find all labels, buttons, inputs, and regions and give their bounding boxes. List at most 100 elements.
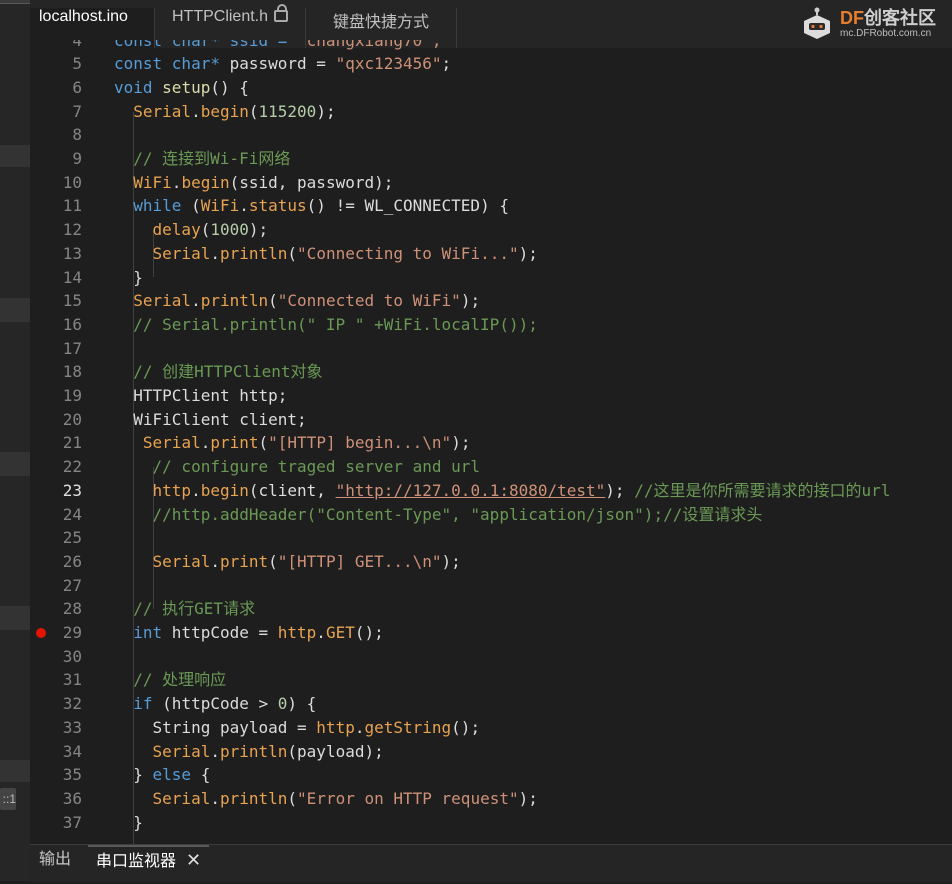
line-number: 4	[72, 40, 82, 50]
code-line[interactable]: 34 Serial.println(payload);	[30, 740, 952, 764]
tab-output[interactable]: 输出	[39, 845, 71, 882]
code-line[interactable]: 29 int httpCode = http.GET();	[30, 621, 952, 645]
robot-logo-icon	[800, 7, 834, 41]
line-number: 25	[62, 528, 82, 548]
code-line[interactable]: 12 delay(1000);	[30, 218, 952, 242]
line-number: 5	[72, 54, 82, 74]
code-line[interactable]: 25	[30, 526, 952, 550]
line-number: 6	[72, 77, 82, 97]
code-line[interactable]: 37 }	[30, 811, 952, 835]
tab-label: 串口监视器	[96, 853, 177, 870]
code-text: Serial.print("[HTTP] begin...\n");	[142, 433, 471, 453]
line-number: 36	[62, 788, 82, 808]
line-number: 35	[62, 765, 82, 785]
code-editor[interactable]: 4 const char* ssid = "changxiang70"; 5 cons…	[30, 40, 952, 844]
code-line[interactable]: 4 const char* ssid = "changxiang70";	[30, 40, 952, 52]
code-line[interactable]: 35 } else {	[30, 763, 952, 787]
line-number: 29	[62, 623, 82, 642]
code-text: const char* password = "qxc123456";	[114, 54, 452, 74]
code-line[interactable]: 13 Serial.println("Connecting to WiFi...…	[30, 242, 952, 266]
code-line[interactable]: 20 WiFiClient client;	[30, 408, 952, 432]
code-line[interactable]: 5 const char* password = "qxc123456";	[30, 52, 952, 76]
code-line[interactable]: 10 WiFi.begin(ssid, password);	[30, 171, 952, 195]
sidebar-highlight	[0, 452, 30, 476]
code-text: // configure traged server and url	[114, 457, 481, 477]
code-text: //http.addHeader("Content-Type", "applic…	[114, 504, 763, 524]
close-icon[interactable]: ✕	[186, 850, 201, 871]
code-line[interactable]: 18 // 创建HTTPClient对象	[30, 360, 952, 384]
sidebar-highlight	[0, 298, 30, 322]
line-number: 19	[62, 386, 82, 405]
code-text: Serial.println("Connecting to WiFi...");	[152, 243, 538, 263]
code-line[interactable]: 6 void setup() {	[30, 76, 952, 100]
code-text: WiFi.begin(ssid, password);	[133, 172, 394, 192]
code-line[interactable]: 7 Serial.begin(115200);	[30, 100, 952, 124]
code-line[interactable]: 22 // configure traged server and url	[30, 455, 952, 479]
code-text: }	[114, 812, 143, 832]
sidebar-highlight	[0, 760, 30, 782]
line-number: 12	[62, 220, 82, 240]
line-number: 13	[62, 243, 82, 263]
code-line[interactable]: 31 // 处理响应	[30, 668, 952, 692]
code-text: Serial.begin(115200);	[133, 101, 336, 121]
tab-label: HTTPClient.h	[171, 8, 269, 25]
code-text: Serial.println("Connected to WiFi");	[133, 291, 481, 311]
code-line[interactable]: 36 Serial.println("Error on HTTP request…	[30, 787, 952, 811]
code-text: http.begin(client, "http://127.0.0.1:808…	[152, 480, 891, 500]
line-number: 27	[62, 575, 82, 595]
code-line[interactable]: 19 HTTPClient http;	[30, 384, 952, 408]
line-number: 23	[62, 480, 82, 500]
code-text: Serial.println(payload);	[152, 741, 384, 761]
code-line[interactable]: 24 //http.addHeader("Content-Type", "app…	[30, 503, 952, 527]
line-number: 16	[62, 314, 82, 334]
code-text: HTTPClient http;	[114, 386, 288, 405]
line-number: 15	[62, 291, 82, 311]
line-number: 22	[62, 457, 82, 477]
watermark-df: DF	[840, 8, 864, 28]
code-text: void setup() {	[114, 77, 249, 97]
code-text: Serial.print("[HTTP] GET...\n");	[152, 551, 461, 571]
bottom-panel-tabs: 输出 串口监视器 ✕	[30, 844, 952, 882]
code-line[interactable]: 16 // Serial.println(" IP " +WiFi.localI…	[30, 313, 952, 337]
code-text: String payload = http.getString();	[114, 717, 481, 737]
sidebar-highlight	[0, 606, 30, 630]
code-line[interactable]: 28 // 执行GET请求	[30, 597, 952, 621]
left-sidebar-strip: ::1	[0, 0, 108, 881]
code-line[interactable]: 8	[30, 123, 952, 147]
code-line[interactable]: 32 if (httpCode > 0) {	[30, 692, 952, 716]
code-line[interactable]: 15 Serial.println("Connected to WiFi");	[30, 289, 952, 313]
watermark-url: mc.DFRobot.com.cn	[840, 28, 932, 39]
code-line[interactable]: 17	[30, 337, 952, 361]
code-text: // 处理响应	[114, 670, 227, 690]
code-text: }	[114, 267, 143, 287]
code-line[interactable]: 27	[30, 574, 952, 598]
code-line[interactable]: 9 // 连接到Wi-Fi网络	[30, 147, 952, 171]
tab-label: 输出	[39, 851, 72, 868]
code-text: if (httpCode > 0) {	[133, 694, 317, 714]
line-number: 24	[62, 504, 82, 524]
line-number: 7	[72, 101, 82, 121]
line-number: 21	[62, 433, 82, 453]
code-text: } else {	[114, 765, 211, 785]
code-text: while (WiFi.status() != WL_CONNECTED) {	[133, 196, 509, 216]
tab-serial-monitor[interactable]: 串口监视器 ✕	[88, 845, 210, 884]
code-line[interactable]: 26 Serial.print("[HTTP] GET...\n");	[30, 550, 952, 574]
line-number: 34	[62, 741, 82, 761]
code-line[interactable]: 33 String payload = http.getString();	[30, 716, 952, 740]
line-number: 28	[62, 599, 82, 619]
code-line[interactable]: 21 Serial.print("[HTTP] begin...\n");	[30, 431, 952, 455]
line-number: 20	[62, 409, 82, 429]
code-line[interactable]: 14 }	[30, 266, 952, 290]
code-text: WiFiClient client;	[114, 409, 307, 429]
code-text: Serial.println("Error on HTTP request");	[152, 788, 538, 808]
code-line[interactable]: 30	[30, 645, 952, 669]
line-number: 11	[62, 196, 82, 216]
line-number: 30	[62, 646, 82, 666]
watermark-brand: 创客社区	[864, 8, 936, 28]
code-line[interactable]: 23 http.begin(client, "http://127.0.0.1:…	[30, 479, 952, 503]
line-number: 8	[72, 125, 82, 145]
line-number: 33	[62, 717, 82, 737]
code-text: // 连接到Wi-Fi网络	[114, 149, 291, 168]
code-text: // 创建HTTPClient对象	[114, 362, 323, 382]
code-line[interactable]: 11 while (WiFi.status() != WL_CONNECTED)…	[30, 194, 952, 218]
